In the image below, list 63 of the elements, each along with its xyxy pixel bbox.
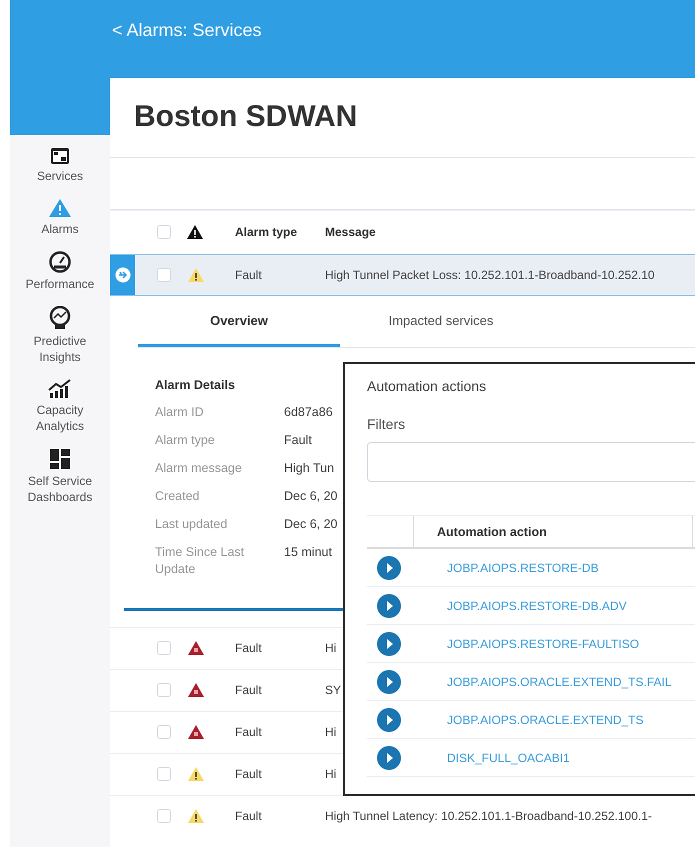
field-value: Fault xyxy=(284,432,312,449)
row-checkbox[interactable] xyxy=(157,268,171,282)
sidebar-item[interactable]: Performance xyxy=(12,251,108,292)
sidebar-item[interactable]: Predictive Insights xyxy=(12,306,108,365)
chart-globe-icon xyxy=(49,306,71,330)
field-value: High Tun xyxy=(284,460,334,477)
field-label: Alarm message xyxy=(155,460,242,477)
field-label: Created xyxy=(155,488,200,505)
alarm-type-cell: Fault xyxy=(235,683,262,697)
expand-toggle[interactable] xyxy=(110,255,135,295)
field-value: 6d87a86 xyxy=(284,404,333,421)
row-checkbox[interactable] xyxy=(157,767,171,781)
message-cell: Hi xyxy=(325,641,336,655)
row-checkbox[interactable] xyxy=(157,683,171,697)
field-label: Alarm ID xyxy=(155,404,204,421)
field-label: Last updated xyxy=(155,516,228,533)
message-cell: High Tunnel Latency: 10.252.101.1-Broadband-10.252.100.1- xyxy=(325,809,652,823)
tab[interactable]: Impacted services xyxy=(340,296,542,347)
field-label: Time Since Last Update xyxy=(155,544,246,578)
field-value: Dec 6, 20 xyxy=(284,488,338,505)
alarm-type-cell: Fault xyxy=(235,641,262,655)
sidebar-item[interactable]: Self Service Dashboards xyxy=(12,448,108,505)
play-button[interactable] xyxy=(377,670,401,694)
column-header[interactable]: Message xyxy=(325,225,376,239)
alarm-type-cell: Fault xyxy=(235,767,262,781)
alarm-row[interactable]: Fault High Tunnel Packet Loss: 10.252.101.1-Broadband-10.252.10 xyxy=(110,254,695,296)
dashboard-icon xyxy=(50,147,70,165)
play-button[interactable] xyxy=(377,594,401,618)
column-header[interactable]: Alarm type xyxy=(235,225,298,239)
message-cell: Hi xyxy=(325,767,336,781)
alarm-type-cell: Fault xyxy=(235,268,262,282)
row-checkbox[interactable] xyxy=(157,809,171,823)
filter-input[interactable] xyxy=(367,442,695,482)
tab[interactable]: Overview xyxy=(138,296,340,347)
play-button[interactable] xyxy=(377,746,401,770)
play-button[interactable] xyxy=(377,556,401,580)
sidebar-item[interactable]: Capacity Analytics xyxy=(12,379,108,434)
play-button[interactable] xyxy=(377,708,401,732)
page-title: Boston SDWAN xyxy=(110,78,695,158)
play-button[interactable] xyxy=(377,632,401,656)
gauge-icon xyxy=(49,251,71,273)
filters-label: Filters xyxy=(367,416,406,432)
alarm-type-cell: Fault xyxy=(235,725,262,739)
field-value: 15 minut xyxy=(284,544,332,561)
collapse-icon xyxy=(114,267,130,283)
row-checkbox[interactable] xyxy=(157,725,171,739)
message-cell: Hi xyxy=(325,725,336,739)
warning-icon xyxy=(187,225,203,239)
tiles-icon xyxy=(49,448,71,470)
message-cell: High Tunnel Packet Loss: 10.252.101.1-Broadband-10.252.10 xyxy=(325,268,655,282)
field-value: Dec 6, 20 xyxy=(284,516,338,533)
column-header[interactable]: Automation action xyxy=(413,516,693,547)
sidebar-item[interactable]: Alarms xyxy=(12,198,108,237)
section-title: Alarm Details xyxy=(155,378,235,392)
sidebar-item[interactable]: Services xyxy=(12,147,108,184)
alarm-type-cell: Fault xyxy=(235,809,262,823)
select-all-checkbox[interactable] xyxy=(157,225,171,239)
warning-icon xyxy=(48,198,72,218)
field-label: Alarm type xyxy=(155,432,215,449)
message-cell: SY xyxy=(325,683,342,697)
dialog-title: Automation actions xyxy=(367,378,486,394)
bar-chart-icon xyxy=(48,379,72,399)
row-checkbox[interactable] xyxy=(157,641,171,655)
